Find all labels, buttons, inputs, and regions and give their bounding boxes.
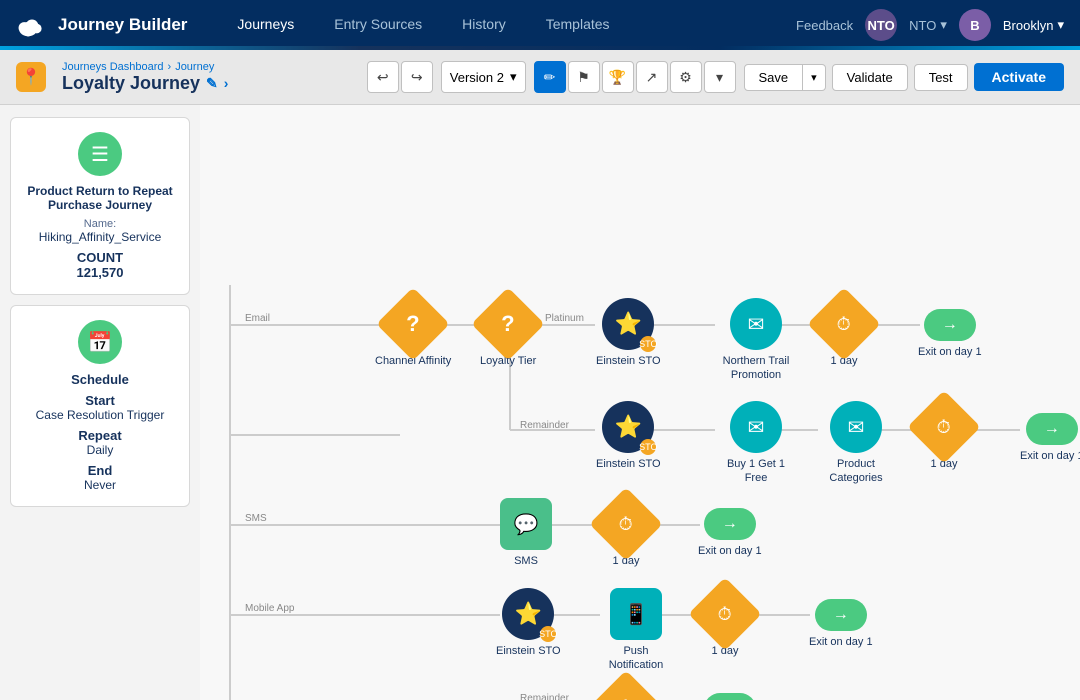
breadcrumb-parent[interactable]: Journeys Dashboard: [62, 61, 164, 73]
mobile-app-label: Mobile App: [245, 603, 294, 614]
schedule-icon: 📅: [78, 320, 122, 364]
count-label: COUNT: [25, 250, 175, 265]
exit-3-node[interactable]: → Exit on day 1: [698, 508, 762, 558]
flag-view-button[interactable]: ⚑: [568, 61, 600, 93]
entry-name: Product Return to Repeat Purchase Journe…: [25, 184, 175, 212]
canvas-area[interactable]: Email Platinum Remainder SMS Mobile App …: [200, 105, 1080, 700]
repeat-label: Repeat: [25, 428, 175, 443]
nav-tabs: Journeys Entry Sources History Templates: [217, 0, 629, 50]
platinum-label: Platinum: [545, 313, 584, 324]
product-categories-node[interactable]: ✉ Product Categories: [816, 401, 896, 486]
action-buttons: Save ▾ Validate Test Activate: [744, 63, 1065, 91]
user-name: Brooklyn ▾: [1003, 17, 1064, 33]
validate-button[interactable]: Validate: [832, 64, 908, 91]
exit-2-node[interactable]: → Exit on day 1: [1020, 413, 1080, 463]
salesforce-logo-icon: [16, 9, 48, 41]
edit-view-button[interactable]: ✏: [534, 61, 566, 93]
nav-tab-entry-sources[interactable]: Entry Sources: [314, 0, 442, 50]
user-avatar: B: [959, 9, 991, 41]
exit-1-node[interactable]: → Exit on day 1: [918, 309, 982, 359]
save-button[interactable]: Save: [744, 64, 804, 91]
name-value: Hiking_Affinity_Service: [25, 230, 175, 244]
end-label: End: [25, 463, 175, 478]
timer-3-node[interactable]: ⏱ 1 day: [600, 498, 652, 568]
nav-right: Feedback NTO NTO ▾ B Brooklyn ▾: [796, 9, 1064, 41]
nav-tab-templates[interactable]: Templates: [526, 0, 630, 50]
settings-icon[interactable]: ⚙: [670, 61, 702, 93]
remainder-label-1: Remainder: [520, 420, 569, 431]
redo-button[interactable]: ↪: [401, 61, 433, 93]
timer-4-node[interactable]: ⏱ 1 day: [699, 588, 751, 658]
timer-1-node[interactable]: ⏱ 1 day: [818, 298, 870, 368]
sms-label: SMS: [245, 513, 267, 524]
app-title: Journey Builder: [58, 15, 187, 35]
feedback-button[interactable]: Feedback: [796, 18, 853, 33]
loyalty-tier-node[interactable]: ? Loyalty Tier: [480, 298, 536, 368]
exit-4-node[interactable]: → Exit on day 1: [809, 599, 873, 649]
nav-tab-journeys[interactable]: Journeys: [217, 0, 314, 50]
journey-title: Loyalty Journey ✎ ›: [62, 73, 228, 94]
schedule-card: 📅 Schedule Start Case Resolution Trigger…: [10, 305, 190, 507]
save-dropdown-button[interactable]: ▾: [803, 64, 826, 91]
end-value: Never: [25, 478, 175, 492]
trophy-icon[interactable]: 🏆: [602, 61, 634, 93]
breadcrumb-area: Journeys Dashboard › Journey Loyalty Jou…: [62, 61, 228, 94]
einstein-sto-1-node[interactable]: ⭐ STO Einstein STO: [596, 298, 661, 368]
org-name: NTO ▾: [909, 17, 947, 33]
view-buttons: ✏ ⚑ 🏆 ↗ ⚙ ▾: [534, 61, 736, 93]
nav-tab-history[interactable]: History: [442, 0, 526, 50]
northern-trail-node[interactable]: ✉ Northern Trail Promotion: [716, 298, 796, 383]
version-select[interactable]: Version 2 ▾: [441, 61, 526, 93]
push-notification-node[interactable]: 📱 Push Notification: [596, 588, 676, 673]
timer-5-node[interactable]: ⏱ 1 day: [600, 681, 652, 700]
activate-button[interactable]: Activate: [974, 63, 1064, 91]
remainder-label-2: Remainder: [520, 693, 569, 700]
main-content: ☰ Product Return to Repeat Purchase Jour…: [0, 105, 1080, 700]
sms-node[interactable]: 💬 SMS: [500, 498, 552, 568]
breadcrumb-sep: ›: [168, 61, 172, 73]
email-label: Email: [245, 313, 270, 324]
left-panel: ☰ Product Return to Repeat Purchase Jour…: [0, 105, 200, 700]
undo-button[interactable]: ↩: [367, 61, 399, 93]
entry-source-card: ☰ Product Return to Repeat Purchase Jour…: [10, 117, 190, 295]
buy1get1-node[interactable]: ✉ Buy 1 Get 1 Free: [716, 401, 796, 486]
count-value: 121,570: [25, 265, 175, 280]
history-buttons: ↩ ↪: [367, 61, 433, 93]
breadcrumb: Journeys Dashboard › Journey: [62, 61, 228, 73]
channel-affinity-node[interactable]: ? Channel Affinity: [375, 298, 451, 368]
share-icon[interactable]: ↗: [636, 61, 668, 93]
repeat-value: Daily: [25, 443, 175, 457]
timer-2-node[interactable]: ⏱ 1 day: [918, 401, 970, 471]
test-button[interactable]: Test: [914, 64, 968, 91]
einstein-sto-2-node[interactable]: ⭐ STO Einstein STO: [596, 401, 661, 471]
expand-icon[interactable]: ›: [224, 75, 229, 91]
save-button-group: Save ▾: [744, 64, 826, 91]
settings-dropdown-icon[interactable]: ▾: [704, 61, 736, 93]
logo-area: Journey Builder: [16, 9, 187, 41]
name-label: Name:: [25, 218, 175, 230]
entry-icon: ☰: [78, 132, 122, 176]
exit-5-node[interactable]: → Exit on day 1: [698, 693, 762, 700]
start-label: Start: [25, 393, 175, 408]
breadcrumb-current: Journey: [175, 61, 214, 73]
canvas-inner: Email Platinum Remainder SMS Mobile App …: [200, 105, 1080, 700]
einstein-sto-3-node[interactable]: ⭐ STO Einstein STO: [496, 588, 561, 658]
start-value: Case Resolution Trigger: [25, 408, 175, 422]
org-avatar: NTO: [865, 9, 897, 41]
journey-icon: 📍: [16, 62, 46, 92]
top-navigation: Journey Builder Journeys Entry Sources H…: [0, 0, 1080, 50]
toolbar: 📍 Journeys Dashboard › Journey Loyalty J…: [0, 50, 1080, 105]
schedule-title: Schedule: [25, 372, 175, 387]
edit-title-icon[interactable]: ✎: [206, 75, 218, 92]
